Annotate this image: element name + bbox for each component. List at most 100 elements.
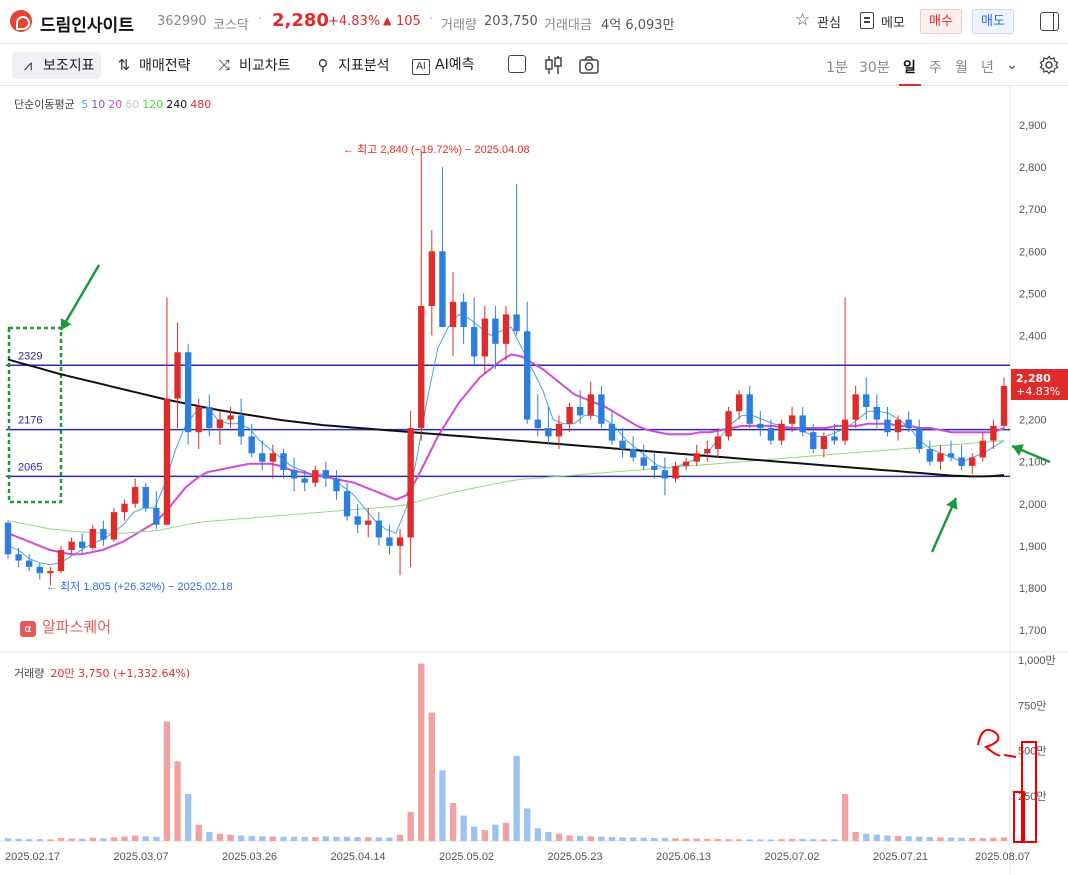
candle-body [36,566,43,574]
candle-body [206,406,213,428]
volume-bar [598,836,605,841]
volume-bar [735,839,743,841]
separator-dot: · [258,12,263,27]
indicators-label: 보조지표 [43,58,95,74]
layout-toggle-icon[interactable] [1040,12,1059,31]
candle-body [460,301,467,327]
period-year[interactable]: 년 [981,57,994,77]
volume-bar [905,836,912,841]
volume-bar [725,839,732,841]
y-tick-label: 2,000 [1019,499,1047,511]
period-30min[interactable]: 30분 [859,57,890,77]
memo-button[interactable]: 메모 [881,12,905,31]
candle-body [555,423,563,437]
volume-bar [386,837,393,841]
volume-bar [248,835,255,841]
candle-body [725,411,732,437]
candle-body [237,415,245,437]
chevron-down-icon[interactable]: ⌄ [1006,57,1018,73]
price-chart[interactable]: 2,9002,8002,7002,6002,5002,4002,3002,200… [0,86,1068,875]
candle-body [746,394,753,424]
volume-bar [778,839,785,841]
indicators-button[interactable]: ⩘ 보조지표 [12,52,101,79]
period-1min[interactable]: 1분 [826,57,848,77]
volume-bar [704,838,711,841]
amount-label: 거래대금 [544,18,592,33]
watermark: α 알파스퀘어 [20,616,111,637]
candle-body [428,251,436,306]
candle-body [534,419,541,428]
low-annotation: ← 최저 1,805 (+26.32%) − 2025.02.18 [46,580,233,593]
ma-period-120: 120 [142,98,164,111]
y-tick-label: 1,800 [1019,583,1047,595]
volume-bar [449,802,457,841]
volume-bar [15,838,22,841]
change-percent: +4.83% [328,14,381,29]
candle-body [195,406,202,433]
volume-bar [418,663,425,841]
analysis-icon: ⚲ [317,56,329,74]
ai-chip-icon: AI [412,59,430,75]
candle-body [714,436,722,450]
volume-bar [375,837,383,841]
y-tick-label: 2,200 [1019,415,1047,427]
period-week[interactable]: 주 [929,57,942,77]
volume-legend-title: 거래량 [14,667,45,680]
candle-body [841,419,849,441]
candle-body [629,449,637,458]
candle-body [407,428,414,538]
volume-bar [863,833,870,841]
candle-body [990,425,997,441]
strategy-button[interactable]: ⇅ 매매전략 [114,52,191,79]
candle-body [269,453,277,462]
volume-bar [322,836,330,841]
checkbox-icon[interactable] [508,55,526,73]
volume-bar [746,839,753,841]
volume-bar [757,839,764,841]
volume-bar [131,835,139,841]
volume-bar [693,838,700,841]
volume-bar [396,834,404,841]
candle-body [312,470,319,483]
camera-icon[interactable] [578,55,600,75]
volume-bar [937,837,944,841]
y-tick-label: 2,600 [1019,246,1047,258]
candle-body [958,457,965,466]
candle-body [301,478,308,483]
candle-body [386,537,393,546]
volume-bar [958,837,965,841]
volume-bar [121,836,128,841]
star-icon[interactable]: ☆ [795,10,810,30]
gear-icon[interactable] [1039,55,1059,75]
candle-body [89,529,96,548]
watch-button[interactable]: 관심 [817,12,841,31]
candle-body [863,394,870,407]
volume-bar [4,838,12,841]
period-day[interactable]: 일 [903,57,916,77]
volume-bar [460,815,467,841]
compare-button[interactable]: ⤨ 비교차트 [214,52,291,79]
volume-bar [513,755,520,841]
ma-periods: 5 10 20 60 120 240 480 [81,98,214,111]
memo-icon[interactable] [860,12,874,29]
analysis-button[interactable]: ⚲ 지표분석 [313,52,390,79]
y-tick-label: 2,500 [1019,288,1047,300]
ai-predict-button[interactable]: AI AI예측 [412,52,474,79]
volume-bar [714,839,722,841]
volume-bar [852,831,859,841]
candlestick-icon[interactable] [543,54,563,76]
candle-body [788,415,796,424]
volume-legend-value: 20만 3,750 (+1,332.64%) [50,667,191,680]
candle-body [449,301,457,327]
candle-body [513,314,520,332]
buy-button[interactable]: 매수 [920,9,962,34]
candle-body [979,440,986,458]
volume-bar [110,837,118,841]
candle-body [587,394,594,416]
period-month[interactable]: 월 [955,57,968,77]
amount-value: 4억 6,093만 [601,18,675,33]
sell-button[interactable]: 매도 [972,9,1014,34]
candle-body [576,406,584,416]
y-tick-label: 1,700 [1019,625,1047,637]
compare-label: 비교차트 [239,58,291,74]
